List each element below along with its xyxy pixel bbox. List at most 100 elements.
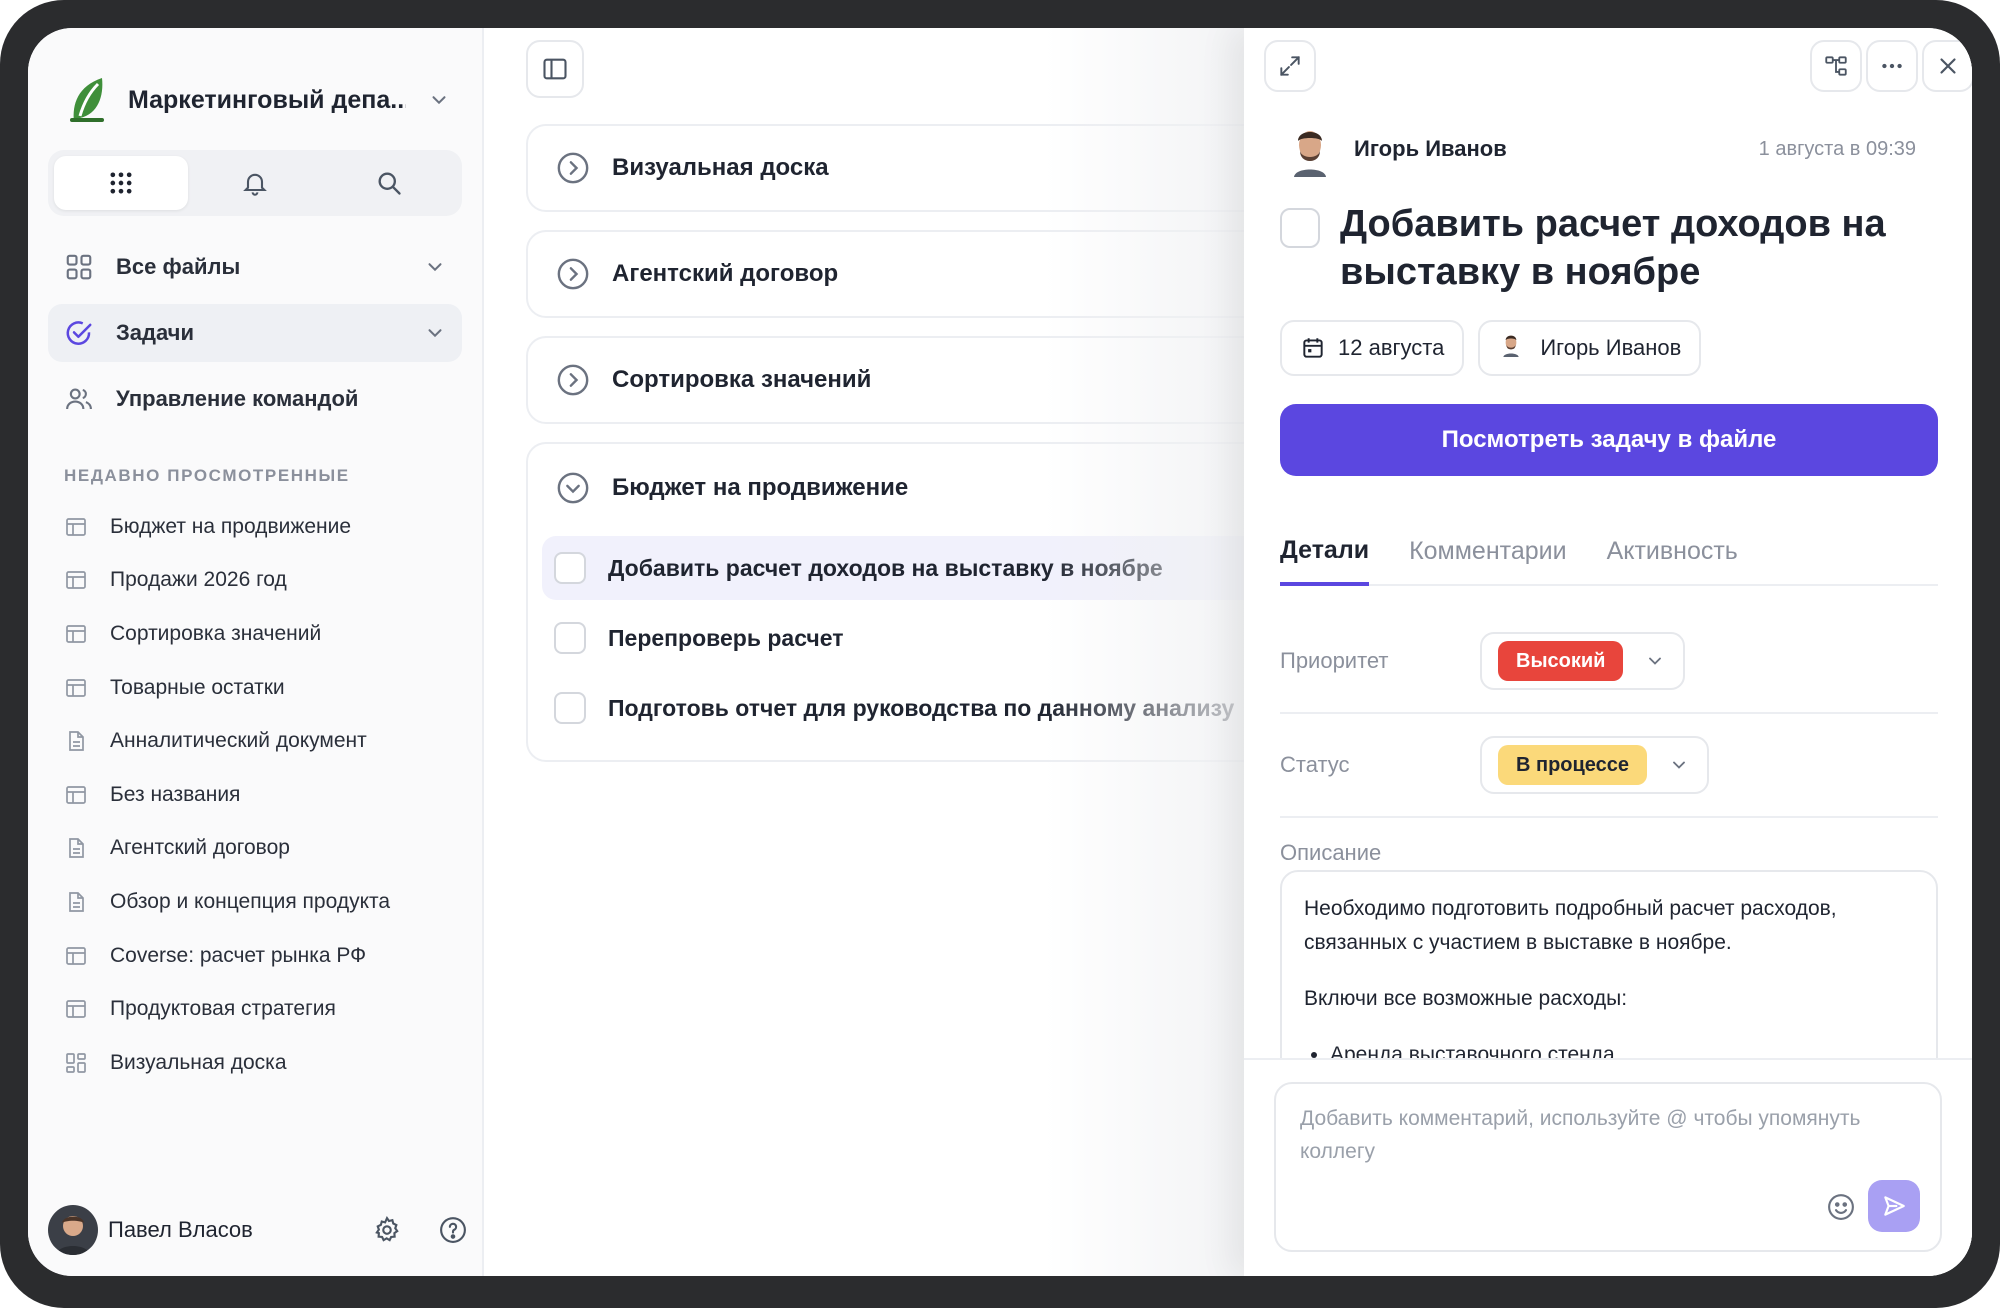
table-icon (64, 944, 88, 968)
chevron-down-icon (1673, 761, 1685, 769)
detail-tabs: Детали Комментарии Активность (1280, 518, 1938, 586)
recent-item[interactable]: Визуальная доска (64, 1036, 464, 1090)
task-checkbox[interactable] (554, 692, 586, 724)
recent-item[interactable]: Продажи 2026 год (64, 554, 464, 608)
tab-comments[interactable]: Комментарии (1409, 518, 1566, 584)
nav-all-files[interactable]: Все файлы (48, 238, 462, 296)
chevron-down-icon (432, 96, 446, 105)
recent-item[interactable]: Обзор и концепция продукта (64, 875, 464, 929)
notifications-button[interactable] (188, 156, 322, 210)
table-icon (64, 997, 88, 1021)
status-select[interactable]: В процессе (1480, 736, 1710, 794)
document-icon (64, 729, 88, 753)
priority-label: Приоритет (1280, 648, 1389, 673)
task-lists: Визуальная доска Агентский договор Сорти… (484, 28, 1286, 1276)
files-grid-icon (66, 254, 92, 280)
recent-item[interactable]: Без названия (64, 768, 464, 822)
assignee-avatar-image (1503, 335, 1520, 357)
nav-team-management[interactable]: Управление командой (48, 370, 462, 428)
chevron-right-circle-icon (557, 258, 589, 290)
expand-arrows-icon (1280, 56, 1300, 76)
author-name: Игорь Иванов (1354, 136, 1507, 161)
device-frame: Маркетинговый депа... Все файлы Задачи У… (0, 0, 2000, 1308)
hierarchy-button[interactable] (1810, 40, 1862, 92)
more-options-button[interactable] (1866, 40, 1918, 92)
apps-mode-button[interactable] (54, 156, 188, 210)
chevron-down-icon (1649, 657, 1662, 665)
help-icon[interactable] (438, 1215, 468, 1245)
toggle-sidebar-button[interactable] (526, 40, 584, 98)
file-card-title: Бюджет на продвижение (612, 474, 909, 501)
avatar[interactable] (48, 1205, 98, 1255)
nav-tasks[interactable]: Задачи (48, 304, 462, 362)
recent-item-label: Без названия (110, 782, 241, 806)
recent-section-title: НЕДАВНО ПРОСМОТРЕННЫЕ (64, 466, 350, 485)
recent-item[interactable]: Продуктовая стратегия (64, 982, 464, 1036)
status-row: Статус В процессе (1280, 714, 1938, 818)
bell-icon (243, 173, 267, 196)
search-icon (378, 172, 401, 195)
recent-item[interactable]: Бюджет на продвижение (64, 500, 464, 554)
recent-list: Бюджет на продвижение Продажи 2026 год Сор… (64, 500, 464, 1090)
close-panel-button[interactable] (1922, 40, 1972, 92)
table-icon (64, 783, 88, 807)
comment-area: Добавить комментарий, используйте @ чтоб… (1244, 1058, 1972, 1276)
hierarchy-icon (1825, 56, 1847, 76)
table-icon (64, 515, 88, 539)
close-icon (1940, 58, 1956, 74)
task-checkbox[interactable] (554, 622, 586, 654)
emoji-icon[interactable] (1826, 1192, 1856, 1222)
settings-gear-icon[interactable] (372, 1215, 402, 1245)
tab-activity[interactable]: Активность (1607, 518, 1738, 584)
document-icon (64, 836, 88, 860)
app-screen: Маркетинговый депа... Все файлы Задачи У… (28, 28, 1972, 1276)
task-complete-checkbox[interactable] (1280, 208, 1320, 248)
recent-item[interactable]: Coverse: расчет рынка РФ (64, 929, 464, 983)
nav-label: Задачи (116, 320, 194, 345)
priority-select[interactable]: Высокий (1480, 632, 1686, 690)
mode-switcher (48, 150, 462, 216)
task-author: Игорь Иванов 1 августа в 09:39 (1286, 120, 1916, 178)
nav-label: Управление командой (116, 386, 359, 411)
recent-item[interactable]: Агентский договор (64, 822, 464, 876)
table-icon (64, 622, 88, 646)
tasks-check-icon (66, 321, 92, 345)
avatar (1286, 121, 1334, 177)
avatar (1498, 331, 1528, 365)
recent-item[interactable]: Сортировка значений (64, 607, 464, 661)
assignee-chip[interactable]: Игорь Иванов (1478, 320, 1702, 376)
open-task-in-file-button[interactable]: Посмотреть задачу в файле (1280, 404, 1938, 476)
chevron-down-circle-icon (557, 472, 589, 504)
recent-item[interactable]: Товарные остатки (64, 661, 464, 715)
expand-button[interactable] (1264, 40, 1316, 92)
file-card-title: Агентский договор (612, 260, 839, 287)
created-time: 1 августа в 09:39 (1758, 137, 1916, 160)
user-avatar-image (48, 1205, 98, 1255)
chevron-down-icon (428, 263, 442, 272)
task-checkbox[interactable] (554, 552, 586, 584)
recent-item-label: Продуктовая стратегия (110, 997, 336, 1021)
recent-item-label: Продажи 2026 год (110, 568, 287, 592)
sidebar: Маркетинговый депа... Все файлы Задачи У… (28, 28, 484, 1276)
document-icon (64, 890, 88, 914)
send-comment-button[interactable] (1868, 1180, 1920, 1232)
file-card-title: Сортировка значений (612, 366, 872, 393)
team-icon (66, 388, 92, 410)
search-button[interactable] (322, 156, 456, 210)
recent-item-label: Визуальная доска (110, 1050, 287, 1074)
recent-item-label: Сортировка значений (110, 621, 322, 645)
workspace-switcher[interactable]: Маркетинговый депа... (68, 64, 450, 136)
board-icon (64, 1051, 88, 1075)
due-date-chip[interactable]: 12 августа (1280, 320, 1465, 376)
status-badge: В процессе (1498, 745, 1648, 785)
tab-details[interactable]: Детали (1280, 518, 1370, 586)
description-editor[interactable]: Необходимо подготовить подробный расчет … (1280, 870, 1938, 1070)
task-title[interactable]: Добавить расчет доходов на выставку в но… (1340, 200, 1886, 296)
recent-item-label: Анналитический документ (110, 729, 367, 753)
comment-input[interactable]: Добавить комментарий, используйте @ чтоб… (1274, 1082, 1942, 1252)
priority-badge: Высокий (1498, 641, 1624, 681)
sidebar-panel-icon (543, 58, 567, 80)
description-paragraph: Включи все возможные расходы: (1304, 987, 1628, 1010)
recent-item-label: Coverse: расчет рынка РФ (110, 943, 367, 967)
recent-item[interactable]: Анналитический документ (64, 714, 464, 768)
